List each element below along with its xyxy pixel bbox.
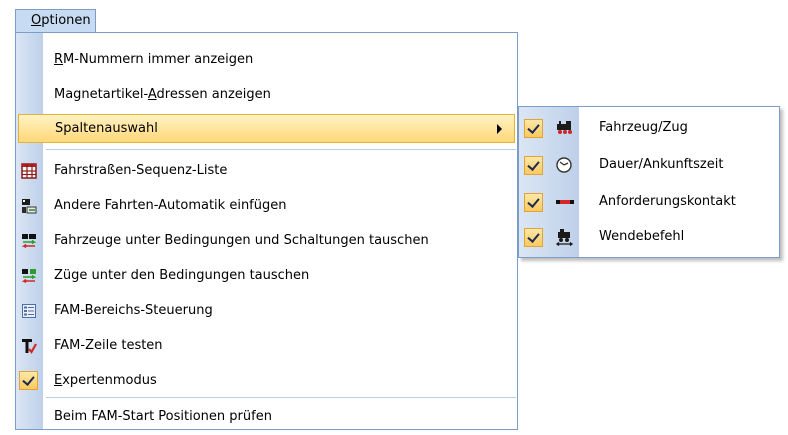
menu-item-label: Fahrzeuge unter Bedingungen und Schaltun…	[54, 233, 429, 248]
locomotive-icon	[555, 119, 575, 137]
menu-item-label: RM-Nummern immer anzeigen	[54, 52, 254, 67]
menu-item-magnetartikel[interactable]: Magnetartikel-Adressen anzeigen	[16, 78, 517, 113]
menu-item-label: Andere Fahrten-Automatik einfügen	[54, 198, 287, 213]
menu-item-label: FAM-Bereichs-Steuerung	[54, 303, 213, 318]
submenu-item-label: Fahrzeug/Zug	[599, 120, 688, 135]
menu-item-label: Züge unter den Bedingungen tauschen	[54, 268, 310, 283]
menu-item-label: FAM-Zeile testen	[54, 338, 163, 353]
menu-item-label: Magnetartikel-Adressen anzeigen	[54, 87, 271, 102]
submenu-item-label: Wendebefehl	[599, 229, 685, 244]
checkmark-icon	[524, 193, 543, 212]
submenu-item-wendebefehl[interactable]: Wendebefehl	[519, 219, 779, 256]
menu-optionen-label: Optionen	[31, 13, 91, 28]
menu-item-fam-bereichs[interactable]: FAM-Bereichs-Steuerung	[16, 294, 517, 329]
test-line-icon	[21, 338, 37, 354]
menu-item-expertenmodus[interactable]: Expertenmodus	[16, 364, 517, 399]
optionen-dropdown: RM-Nummern immer anzeigen Magnetartikel-…	[15, 32, 518, 430]
menu-item-andere-fahrten[interactable]: Andere Fahrten-Automatik einfügen	[16, 189, 517, 224]
submenu-item-fahrzeug-zug[interactable]: Fahrzeug/Zug	[519, 110, 779, 147]
submenu-item-anforderungskontakt[interactable]: Anforderungskontakt	[519, 184, 779, 221]
menu-item-label: Expertenmodus	[54, 373, 157, 388]
checkmark-icon	[524, 156, 543, 175]
checkmark-icon	[524, 228, 543, 247]
reverse-locomotive-icon	[555, 228, 575, 247]
menu-item-rm-nummern[interactable]: RM-Nummern immer anzeigen	[16, 43, 517, 78]
submenu-item-dauer-ankunftszeit[interactable]: Dauer/Ankunftszeit	[519, 147, 779, 184]
menu-item-fahrzeuge-tauschen[interactable]: Fahrzeuge unter Bedingungen und Schaltun…	[16, 224, 517, 259]
swap-trains-icon	[21, 268, 37, 284]
menu-item-zuege-tauschen[interactable]: Züge unter den Bedingungen tauschen	[16, 259, 517, 294]
contact-bar-icon	[555, 193, 575, 211]
menu-item-fahrstrassen-sequenz[interactable]: Fahrstraßen-Sequenz-Liste	[16, 154, 517, 189]
submenu-arrow-icon	[497, 124, 502, 134]
clock-icon	[555, 156, 575, 174]
menu-item-fam-zeile-testen[interactable]: FAM-Zeile testen	[16, 329, 517, 364]
menu-item-label: Spaltenauswahl	[55, 121, 158, 136]
swap-vehicles-icon	[21, 233, 37, 249]
spaltenauswahl-submenu: Fahrzeug/Zug Dauer/Ankunftszeit Anforder…	[518, 106, 780, 258]
insert-automation-icon	[21, 198, 37, 214]
area-control-icon	[21, 303, 37, 319]
submenu-item-label: Anforderungskontakt	[599, 194, 736, 209]
menu-item-label: Fahrstraßen-Sequenz-Liste	[54, 163, 228, 178]
menu-optionen[interactable]: Optionen	[15, 9, 96, 32]
checkmark-icon	[19, 371, 38, 390]
grid-list-icon	[21, 163, 37, 179]
menu-separator	[46, 149, 516, 150]
submenu-item-label: Dauer/Ankunftszeit	[599, 157, 724, 172]
menu-item-spaltenauswahl[interactable]: Spaltenauswahl	[18, 114, 515, 143]
checkmark-icon	[524, 119, 543, 138]
menu-separator	[46, 397, 516, 398]
menu-bar: Optionen	[0, 0, 788, 32]
menu-item-label: Beim FAM-Start Positionen prüfen	[54, 409, 272, 424]
